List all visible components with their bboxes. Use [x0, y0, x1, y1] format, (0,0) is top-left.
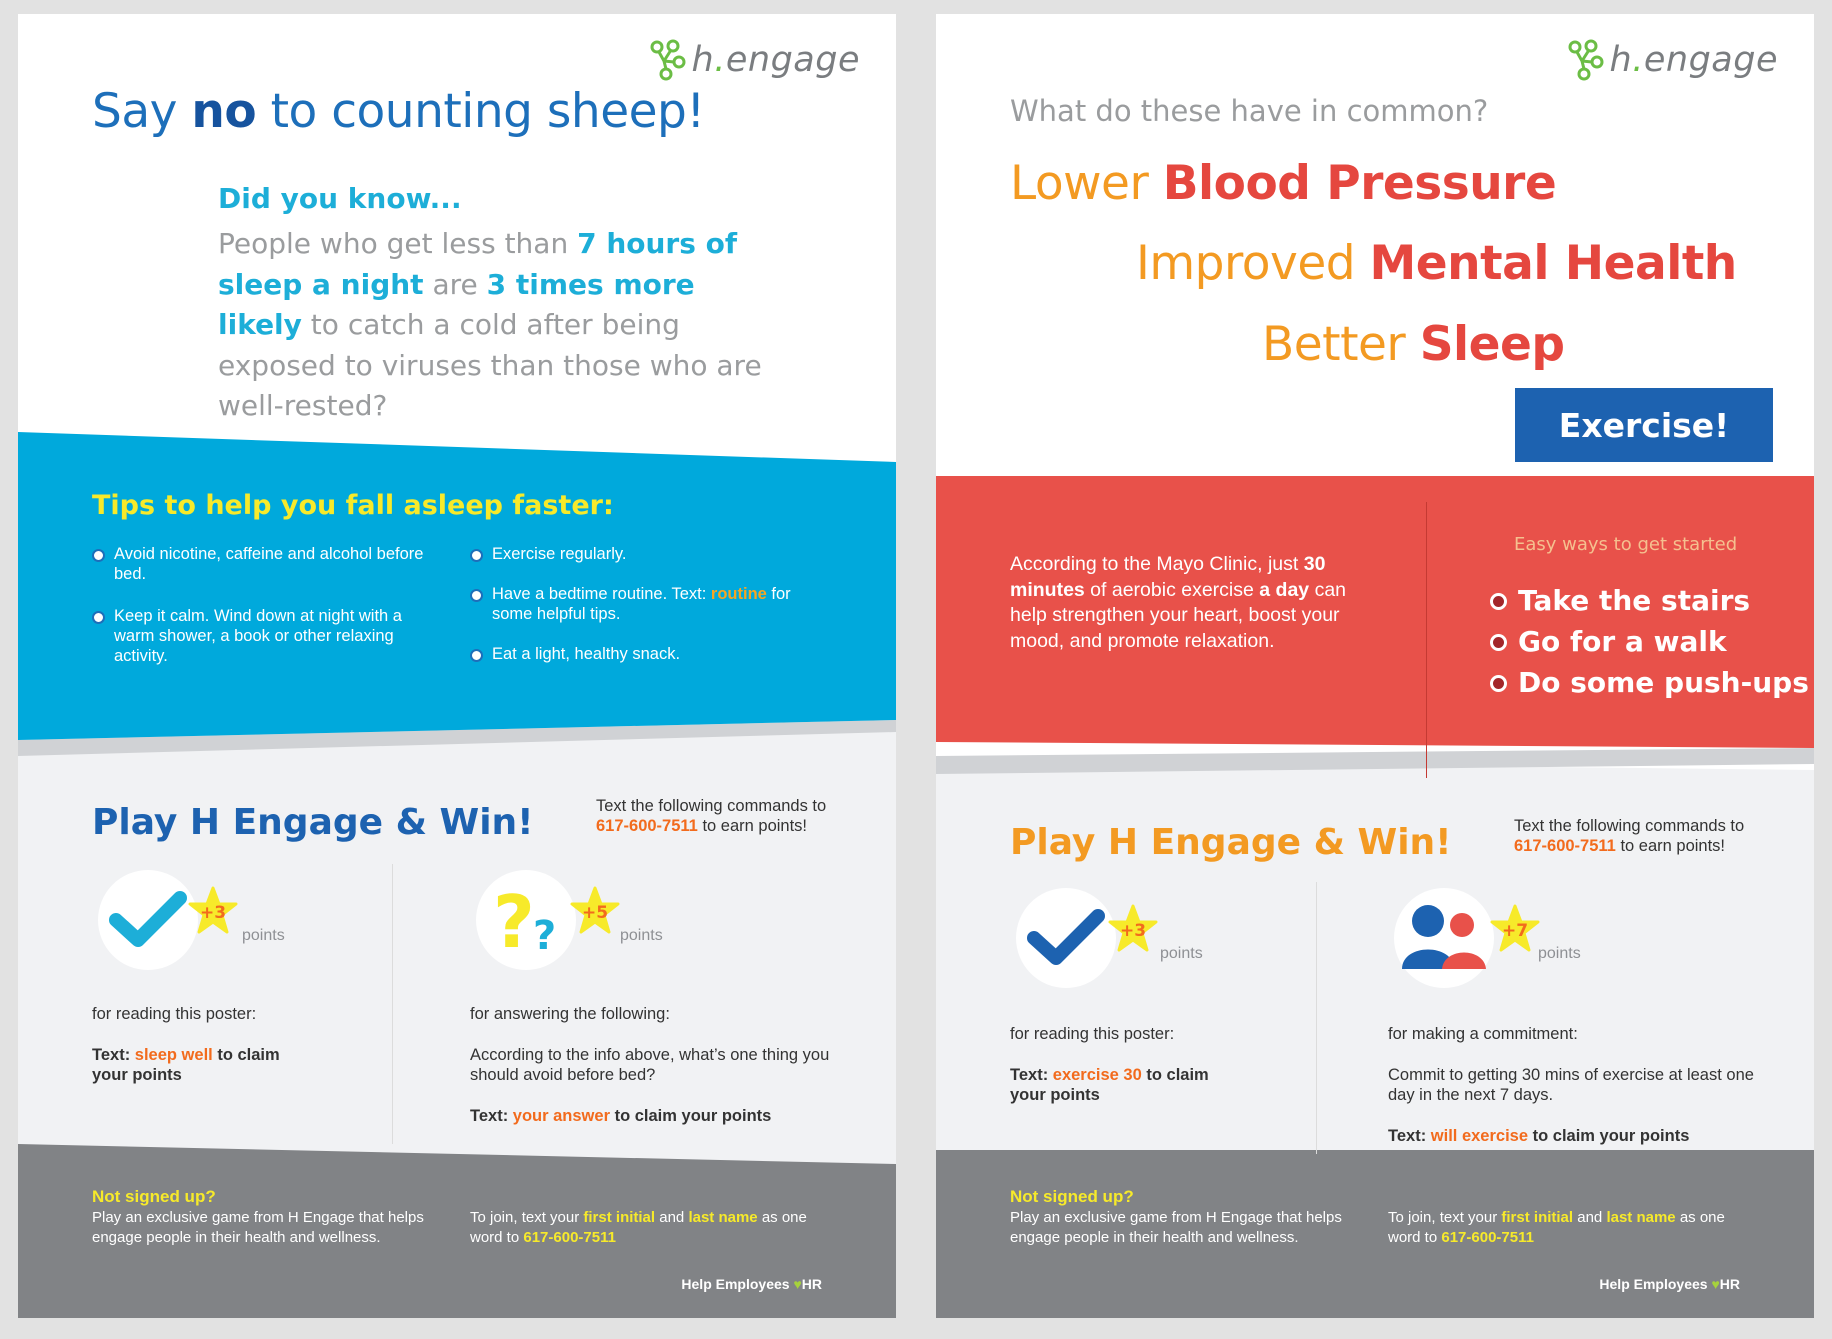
common-question: What do these have in common? [1010, 94, 1489, 128]
svg-text:?: ? [493, 880, 535, 963]
checkmark-icon [109, 891, 187, 947]
h-engage-logo: h.engage [1566, 34, 1778, 86]
heart-icon: ♥ [793, 1276, 802, 1292]
game-description: Play an exclusive game from H Engage tha… [92, 1209, 424, 1246]
column-divider [392, 864, 393, 1144]
points-label: points [242, 927, 285, 944]
join-instructions: To join, text your first initial and las… [470, 1209, 807, 1246]
points-label: points [1160, 945, 1203, 962]
poster-sleep: Help Employees h.engage Say no to counti… [18, 14, 896, 1318]
points-value: +5 [581, 903, 609, 923]
sleep-fact-text: People who get less than 7 hours of slee… [218, 227, 762, 422]
benefit-mental-health: Improved Mental Health [1136, 236, 1737, 291]
did-you-know-heading: Did you know... [218, 182, 462, 215]
tip-item: Eat a light, healthy snack. [470, 644, 810, 664]
points-label: points [1538, 945, 1581, 962]
points-value: +3 [199, 903, 227, 923]
mayo-clinic-text: According to the Mayo Clinic, just 30 mi… [1010, 553, 1347, 652]
tips-heading: Tips to help you fall asleep faster: [92, 490, 614, 521]
play-heading: Play H Engage & Win! [1010, 822, 1452, 863]
question-marks-icon: ? ? [493, 880, 556, 963]
claim-instructions: Text: exercise 30 to claim your points [1010, 1066, 1209, 1104]
benefit-sleep: Better Sleep [1262, 317, 1565, 372]
game-description: Play an exclusive game from H Engage tha… [1010, 1209, 1342, 1246]
not-signed-up-heading: Not signed up? [92, 1187, 216, 1206]
logo-wordmark: Help Employees h.engage [691, 40, 860, 80]
step-item: Go for a walk [1490, 625, 1727, 658]
h-engage-logo: Help Employees h.engage [648, 34, 860, 86]
claim-instructions: Text: sleep well to claim your points [92, 1046, 280, 1084]
text-commands-intro: Text the following commands to 617-600-7… [596, 797, 827, 835]
logo-mark-icon [650, 39, 686, 81]
checkmark-badge [98, 870, 198, 970]
poster-exercise: h.engage What do these have in common? L… [936, 14, 1814, 1318]
claim-instructions: Text: will exercise to claim your points [1388, 1127, 1690, 1145]
reading-task: for reading this poster: [92, 1005, 257, 1023]
heart-icon: ♥ [1711, 1276, 1720, 1292]
commitment-text: Commit to getting 30 mins of exercise at… [1388, 1066, 1754, 1104]
join-instructions: To join, text your first initial and las… [1388, 1209, 1725, 1246]
commitment-task: for making a commitment: [1388, 1025, 1578, 1043]
easy-ways-heading: Easy ways to get started [1514, 534, 1738, 555]
tips-list-2: Exercise regularly. Have a bedtime routi… [470, 544, 810, 684]
tip-item: Avoid nicotine, caffeine and alcohol bef… [92, 544, 432, 584]
column-divider [1316, 882, 1317, 1154]
help-employees-signature: Help Employees ♥HR [681, 1276, 822, 1292]
tip-item-routine: Have a bedtime routine. Text: routine fo… [470, 584, 810, 624]
answer-task: for answering the following: [470, 1005, 670, 1023]
tips-list-1: Avoid nicotine, caffeine and alcohol bef… [92, 544, 432, 686]
logo-wordmark: h.engage [1609, 40, 1778, 80]
exercise-banner: Exercise! [1515, 388, 1773, 462]
logo-mark-icon [1568, 39, 1604, 81]
points-value: +7 [1501, 921, 1529, 941]
tip-item: Exercise regularly. [470, 544, 810, 564]
play-heading: Play H Engage & Win! [92, 802, 534, 843]
not-signed-up-heading: Not signed up? [1010, 1187, 1134, 1206]
text-commands-intro: Text the following commands to 617-600-7… [1514, 817, 1745, 855]
page-title: Say no to counting sheep! [92, 84, 705, 139]
step-item: Do some push-ups [1490, 666, 1809, 699]
question-badge: ? ? [476, 870, 576, 970]
benefit-blood-pressure: Lower Blood Pressure [1010, 156, 1557, 211]
points-value: +3 [1119, 921, 1147, 941]
help-employees-signature: Help Employees ♥HR [1599, 1276, 1740, 1292]
points-label: points [620, 927, 663, 944]
checkmark-badge [1016, 888, 1116, 988]
reading-task: for reading this poster: [1010, 1025, 1175, 1043]
people-icon [1402, 905, 1486, 969]
claim-instructions: Text: your answer to claim your points [470, 1107, 772, 1125]
svg-text:?: ? [533, 913, 556, 959]
tip-item: Keep it calm. Wind down at night with a … [92, 606, 432, 666]
section-divider [1426, 502, 1427, 778]
checkmark-icon [1027, 909, 1105, 965]
people-badge [1394, 888, 1494, 988]
quiz-question: According to the info above, what’s one … [470, 1046, 830, 1084]
step-item: Take the stairs [1490, 584, 1750, 617]
